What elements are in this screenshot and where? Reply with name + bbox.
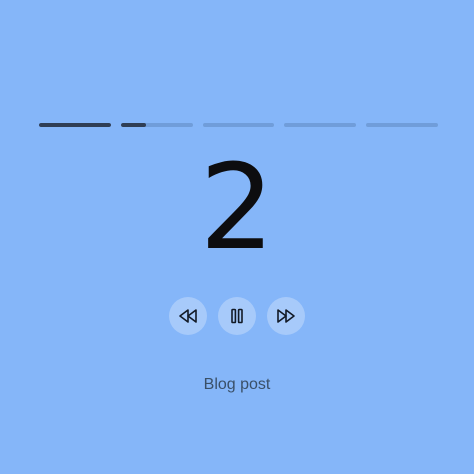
playback-controls xyxy=(0,297,474,335)
progress-segment xyxy=(202,123,275,127)
fast-forward-icon xyxy=(276,308,296,324)
caption-label: Blog post xyxy=(203,376,271,393)
rewind-icon xyxy=(178,308,198,324)
progress-segment-fill xyxy=(39,123,111,127)
progress-segment xyxy=(120,123,193,127)
pause-button[interactable] xyxy=(218,297,256,335)
progress-segment xyxy=(366,123,438,127)
fast-forward-button[interactable] xyxy=(267,297,305,335)
current-number: 2 xyxy=(199,138,275,276)
pause-icon xyxy=(230,308,244,324)
story-screen: 2 Blog post xyxy=(0,0,474,474)
progress-segment xyxy=(284,123,357,127)
progress-bar xyxy=(39,123,438,127)
progress-segment-fill xyxy=(120,123,146,127)
progress-segment xyxy=(39,123,111,127)
rewind-button[interactable] xyxy=(169,297,207,335)
